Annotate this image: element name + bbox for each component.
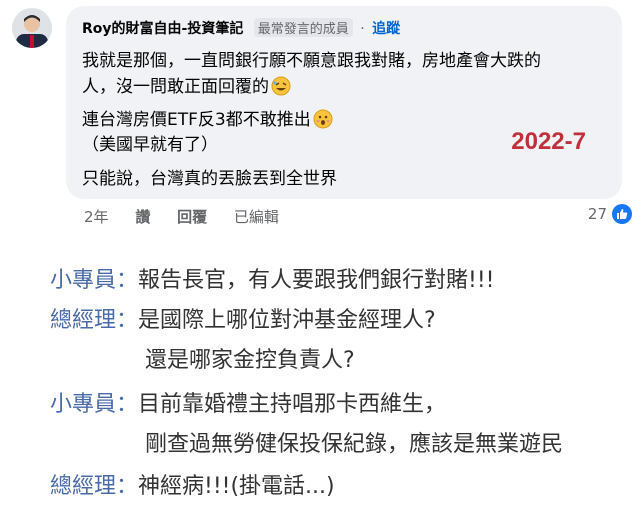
- date-stamp: 2022-7: [511, 128, 586, 155]
- comment-line-2-wrap: 人，沒一問敢正面回覆的: [82, 72, 291, 101]
- speaker: 小專員：: [50, 392, 139, 417]
- reaction-number: 27: [587, 205, 607, 223]
- dialogue-line-4: 小專員：目前靠婚禮主持唱那卡西維生，: [50, 386, 446, 418]
- dialogue-line-5: 剛查過無勞健保投保紀錄，應該是無業遊民: [145, 432, 564, 457]
- avatar[interactable]: [12, 8, 52, 48]
- comment-header: Roy的財富自由-投資筆記 最常發言的成員 · 追蹤: [82, 18, 400, 38]
- speaker: 總經理：: [50, 308, 139, 333]
- reply-link[interactable]: 回覆: [177, 208, 207, 226]
- dialogue-line-6: 總經理：神經病!!!(掛電話...): [50, 468, 335, 500]
- follow-button[interactable]: 追蹤: [372, 21, 400, 37]
- comment-bubble: Roy的財富自由-投資筆記 最常發言的成員 · 追蹤 我就是那個，一直問銀行願不…: [66, 6, 622, 199]
- comment: Roy的財富自由-投資筆記 最常發言的成員 · 追蹤 我就是那個，一直問銀行願不…: [0, 0, 644, 240]
- speaker: 小專員：: [50, 268, 139, 293]
- separator: ·: [360, 21, 365, 37]
- comment-line-4: （美國早就有了）: [82, 135, 218, 155]
- author-name[interactable]: Roy的財富自由-投資筆記: [82, 21, 243, 37]
- line-text: 目前靠婚禮主持唱那卡西維生，: [138, 392, 447, 417]
- comment-line-3: 連台灣房價ETF反3都不敢推出: [82, 110, 311, 130]
- hushed-emoji-icon: [313, 109, 333, 134]
- thumbs-up-icon: [612, 204, 632, 224]
- dialogue-caption: 小專員：報告長官，有人要跟我們銀行對賭!!! 總經理：是國際上哪位對沖基金經理人…: [0, 252, 644, 512]
- dialogue-line-1: 小專員：報告長官，有人要跟我們銀行對賭!!!: [50, 262, 494, 294]
- like-link[interactable]: 讚: [135, 208, 150, 226]
- comment-line-1: 我就是那個，一直問銀行願不願意跟我對賭，房地產會大跌的: [82, 51, 541, 71]
- timestamp[interactable]: 2年: [84, 208, 109, 226]
- speaker: 總經理：: [50, 474, 139, 499]
- line-text: 報告長官，有人要跟我們銀行對賭!!!: [138, 268, 495, 293]
- comment-line-5: 只能說，台灣真的丟臉丟到全世界: [82, 169, 337, 189]
- edited-label: 已編輯: [233, 208, 279, 226]
- dialogue-line-2: 總經理：是國際上哪位對沖基金經理人?: [50, 302, 436, 334]
- rofl-emoji-icon: [271, 76, 291, 101]
- comment-line-2: 人，沒一問敢正面回覆的: [82, 77, 269, 97]
- line-text: 神經病!!!(掛電話...): [138, 474, 335, 499]
- line-text: 是國際上哪位對沖基金經理人?: [138, 308, 436, 333]
- comment-actions: 2年 讚 回覆 已編輯: [84, 206, 301, 227]
- reaction-count[interactable]: 27: [588, 204, 632, 224]
- member-badge: 最常發言的成員: [253, 18, 353, 37]
- dialogue-line-3: 還是哪家金控負責人?: [145, 348, 355, 373]
